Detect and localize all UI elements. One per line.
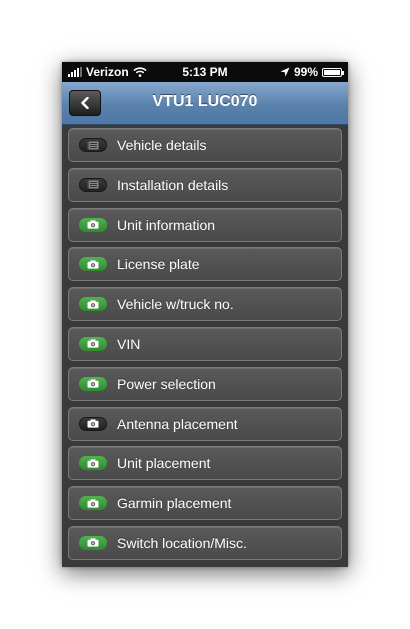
list-item-label: Unit information (117, 216, 216, 233)
camera-icon (79, 217, 107, 232)
document-icon (79, 138, 107, 152)
list-item[interactable]: Antenna placement (68, 406, 342, 441)
list-item-label: Installation details (117, 176, 229, 193)
nav-bar: VTU1 LUC070 (62, 82, 348, 125)
list-item-label: VIN (117, 335, 141, 352)
battery-icon (322, 67, 344, 77)
list-item-label: Power selection (117, 375, 216, 392)
list-item-label: Garmin placement (117, 495, 232, 512)
camera-icon (79, 535, 107, 550)
list-item-label: Vehicle w/truck no. (117, 296, 234, 313)
list-item[interactable]: Installation details (68, 167, 342, 202)
list-item[interactable]: Switch location/Misc. (68, 525, 342, 560)
list-item[interactable]: Power selection (68, 366, 342, 401)
camera-icon (79, 416, 107, 431)
list-item[interactable]: Vehicle w/truck no. (68, 287, 342, 322)
phone-screen: Verizon 5:13 PM 99% VTU1 LUC070 Vehicle … (62, 62, 348, 567)
status-bar: Verizon 5:13 PM 99% (62, 62, 348, 82)
page-title: VTU1 LUC070 (152, 93, 258, 110)
camera-icon (79, 257, 107, 272)
camera-icon (79, 336, 107, 351)
location-arrow-icon (280, 67, 290, 77)
list-item-label: Switch location/Misc. (117, 534, 247, 551)
battery-percent: 99% (293, 65, 318, 79)
camera-icon (79, 456, 107, 471)
document-icon (79, 177, 107, 192)
list-item-label: License plate (117, 256, 200, 273)
list-item[interactable]: Unit placement (68, 446, 342, 481)
camera-icon (79, 297, 107, 312)
camera-icon (79, 376, 107, 391)
list-item[interactable]: Garmin placement (68, 486, 342, 521)
list-item[interactable]: VIN (68, 326, 342, 361)
list-item-label: Unit placement (117, 455, 211, 472)
list-item[interactable]: License plate (68, 247, 342, 282)
checklist: Vehicle details Installation details Unit … (68, 128, 342, 566)
list-item-label: Antenna placement (117, 415, 238, 432)
list-item-label: Vehicle details (117, 137, 207, 153)
list-item[interactable]: Unit information (68, 207, 342, 242)
camera-icon (79, 496, 107, 511)
list-item[interactable]: Vehicle details (68, 128, 342, 162)
